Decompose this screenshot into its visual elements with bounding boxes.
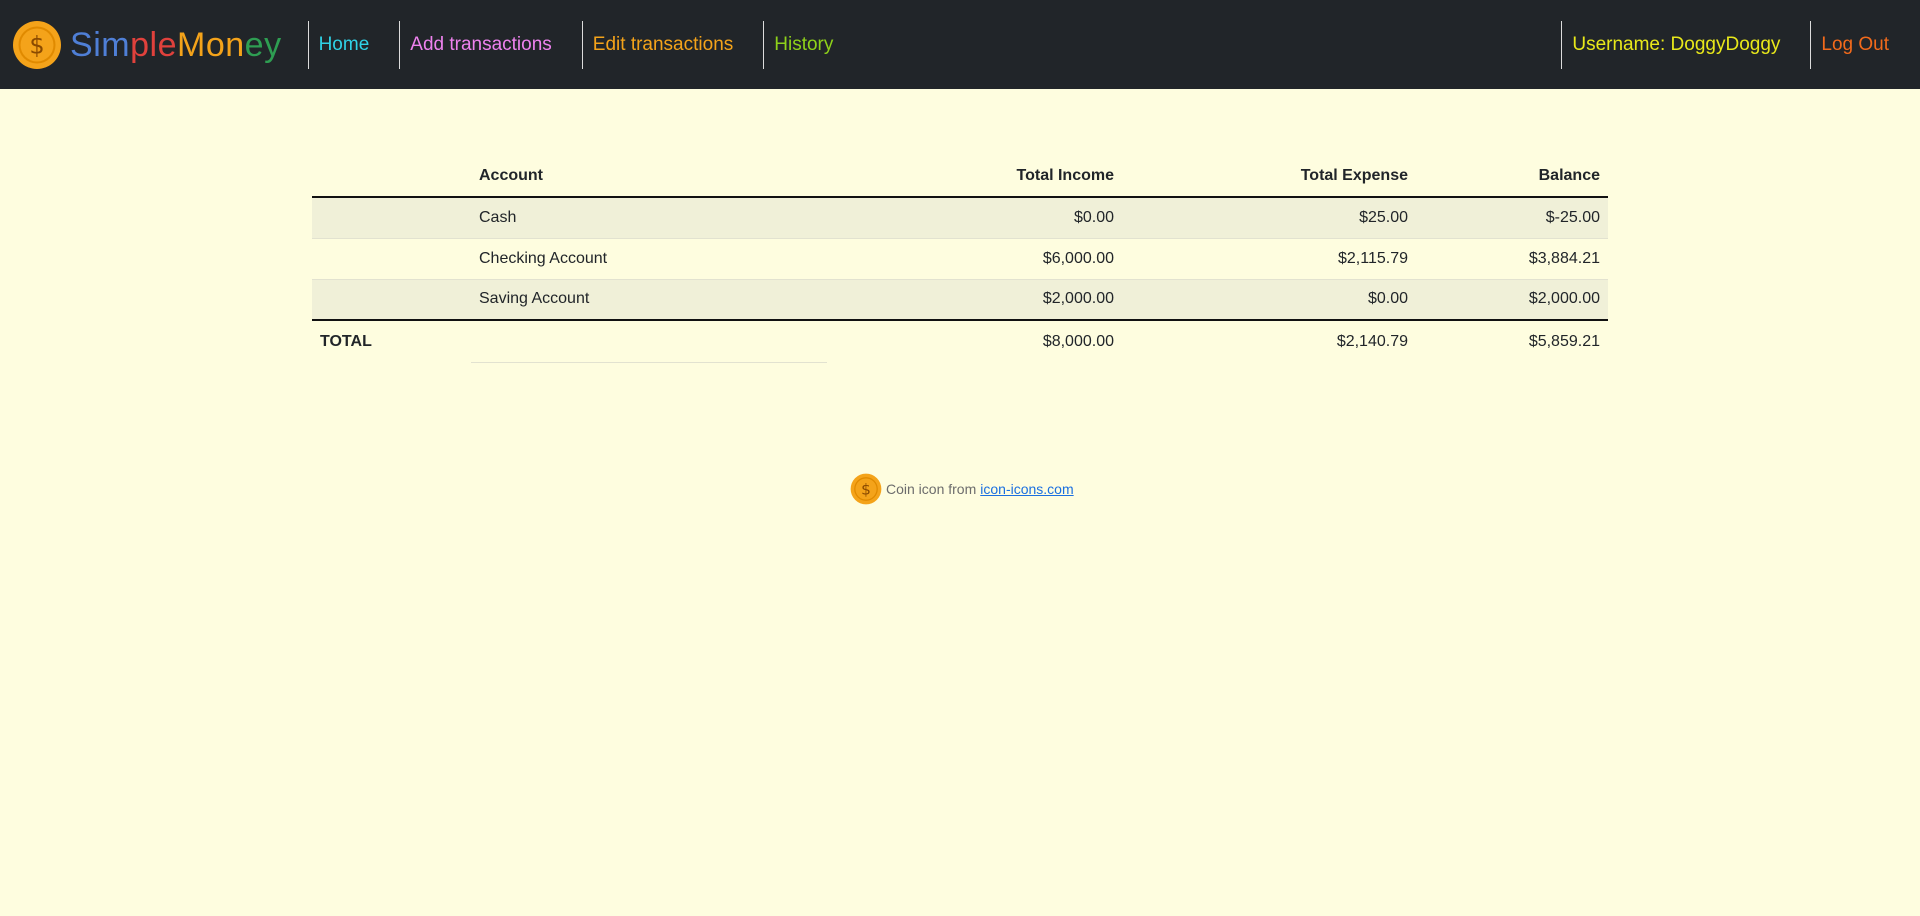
income-cell: $6,000.00 (827, 238, 1122, 280)
total-expense-cell: $2,140.79 (1122, 319, 1416, 362)
nav-logout-label: Log Out (1821, 33, 1889, 55)
footer-attribution: $ Coin icon from icon-icons.com (850, 473, 1074, 505)
header-total-expense: Total Expense (1122, 155, 1416, 198)
table-row: Cash $0.00 $25.00 $-25.00 (312, 197, 1608, 239)
footer-text: Coin icon from (886, 481, 977, 497)
account-name-cell: Checking Account (471, 238, 827, 280)
header-account: Account (471, 155, 827, 198)
accounts-summary: Account Total Income Total Expense Balan… (312, 155, 1608, 363)
brand-letter: l (149, 25, 158, 64)
brand-letter: e (244, 25, 265, 64)
nav-logout-link[interactable]: Log Out (1810, 20, 1920, 69)
total-account-cell (471, 319, 827, 363)
income-cell: $0.00 (827, 197, 1122, 239)
brand-letter: e (157, 25, 177, 64)
total-income-cell: $8,000.00 (827, 319, 1122, 362)
nav-home-label: Home (318, 33, 370, 55)
expense-cell: $25.00 (1122, 197, 1416, 239)
brand-letter: p (130, 25, 150, 64)
nav-edit-transactions-link[interactable]: Edit transactions (581, 20, 763, 69)
coin-dollar-icon: $ (850, 473, 882, 505)
brand-letter: n (225, 25, 245, 64)
coin-dollar-icon: $ (13, 20, 61, 69)
nav-username-label: Username: DoggyDoggy (1572, 33, 1781, 55)
row-label-cell (312, 197, 471, 239)
brand-letter: M (176, 25, 206, 64)
footer-link[interactable]: icon-icons.com (980, 481, 1073, 497)
brand-letter: y (264, 25, 282, 64)
nav-username: Username: DoggyDoggy (1561, 20, 1810, 69)
nav-history-link[interactable]: History (763, 20, 843, 69)
brand-letter: o (205, 25, 226, 64)
accounts-table: Account Total Income Total Expense Balan… (312, 155, 1608, 363)
svg-text:$: $ (29, 31, 44, 59)
header-label (312, 155, 471, 198)
expense-cell: $2,115.79 (1122, 238, 1416, 280)
brand-name: SimpleMoney (70, 28, 282, 62)
nav-edit-transactions-label: Edit transactions (592, 33, 734, 55)
row-label-cell (312, 279, 471, 321)
brand-letter: m (101, 25, 131, 64)
header-balance: Balance (1416, 155, 1608, 198)
header-total-income: Total Income (827, 155, 1122, 198)
balance-cell: $3,884.21 (1416, 238, 1608, 280)
income-cell: $2,000.00 (827, 279, 1122, 321)
total-balance-cell: $5,859.21 (1416, 319, 1608, 362)
brand-letter: S (70, 25, 94, 64)
total-label: TOTAL (312, 319, 471, 362)
table-total-row: TOTAL $8,000.00 $2,140.79 $5,859.21 (312, 319, 1608, 363)
nav-history-label: History (774, 33, 834, 55)
nav-add-transactions-link[interactable]: Add transactions (399, 20, 582, 69)
nav-add-transactions-label: Add transactions (410, 33, 552, 55)
svg-text:$: $ (861, 480, 871, 498)
brand-link[interactable]: $ SimpleMoney (0, 0, 308, 89)
table-row: Saving Account $2,000.00 $0.00 $2,000.00 (312, 279, 1608, 321)
row-label-cell (312, 238, 471, 280)
nav-home-link[interactable]: Home (307, 20, 400, 69)
navbar: $ SimpleMoney Home Add transactions Edit… (0, 0, 1920, 89)
balance-cell: $2,000.00 (1416, 279, 1608, 321)
balance-cell: $-25.00 (1416, 197, 1608, 239)
table-header-row: Account Total Income Total Expense Balan… (312, 155, 1608, 198)
account-name-cell: Cash (471, 197, 827, 239)
account-name-cell: Saving Account (471, 279, 827, 321)
expense-cell: $0.00 (1122, 279, 1416, 321)
table-row: Checking Account $6,000.00 $2,115.79 $3,… (312, 238, 1608, 280)
